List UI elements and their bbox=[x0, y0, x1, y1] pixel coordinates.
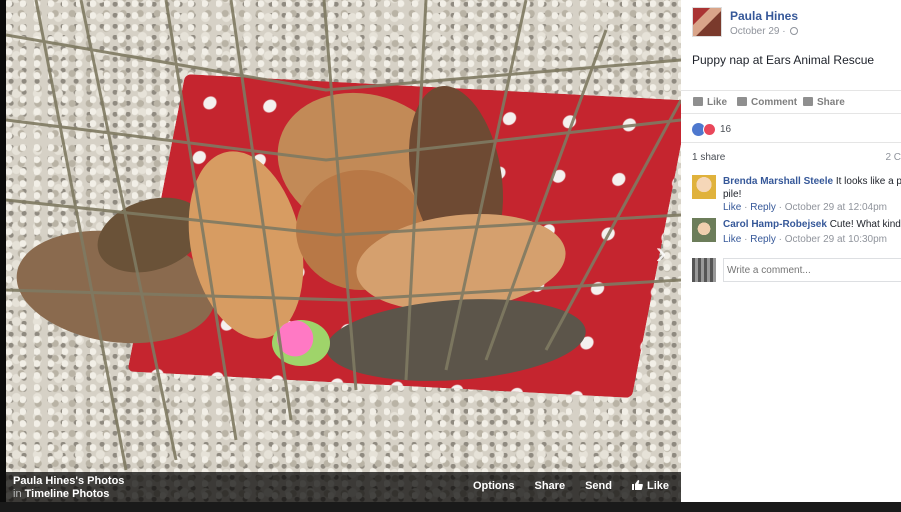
commenter-name[interactable]: Carol Hamp-Robejsek bbox=[723, 219, 827, 230]
reactions-summary[interactable]: 16 bbox=[692, 122, 731, 136]
album-in-label: in bbox=[13, 488, 22, 500]
options-button[interactable]: Options bbox=[473, 480, 515, 492]
comment-meta: Like · Reply · October 29 at 12:04pm bbox=[723, 202, 888, 213]
comment-like-link[interactable]: Like bbox=[723, 234, 741, 245]
album-link[interactable]: Timeline Photos bbox=[25, 488, 110, 500]
comment-text: Cute! What kind are t bbox=[829, 219, 901, 230]
reaction-count: 16 bbox=[720, 123, 732, 135]
commenter-avatar[interactable] bbox=[692, 175, 716, 199]
photo-info-bar: Paula Hines's Photos in Timeline Photos … bbox=[6, 472, 681, 502]
like-button[interactable]: Like bbox=[631, 480, 669, 492]
comment-like-link[interactable]: Like bbox=[723, 202, 741, 213]
comment-input[interactable] bbox=[723, 258, 901, 282]
comment-time[interactable]: October 29 at 10:30pm bbox=[785, 234, 887, 245]
post-like-button[interactable]: Like bbox=[693, 97, 727, 108]
album-subtitle: in Timeline Photos bbox=[13, 488, 109, 500]
shares-row: 1 share 2 C bbox=[681, 142, 901, 170]
wire-fence bbox=[6, 0, 681, 471]
write-comment-row bbox=[692, 258, 901, 282]
globe-icon bbox=[790, 27, 799, 35]
comment-text: It looks like a puppy bbox=[835, 176, 901, 187]
comment-reply-link[interactable]: Reply bbox=[750, 234, 776, 245]
post-date-text[interactable]: October 29 · bbox=[730, 26, 786, 37]
love-reaction-icon bbox=[703, 122, 716, 136]
share-count[interactable]: 1 share bbox=[692, 152, 725, 163]
photo-actions: Options Share Send Like bbox=[473, 480, 669, 492]
post-date: October 29 · bbox=[730, 26, 799, 37]
viewer-avatar bbox=[692, 258, 716, 282]
post-comment-label: Comment bbox=[751, 97, 798, 108]
comment-icon bbox=[737, 97, 747, 106]
post-caption: Puppy nap at Ears Animal Rescue bbox=[692, 53, 875, 67]
comment-time[interactable]: October 29 at 12:04pm bbox=[785, 202, 887, 213]
puppy-photo[interactable]: › bbox=[6, 0, 681, 502]
send-button[interactable]: Send bbox=[585, 480, 612, 492]
comment-reply-link[interactable]: Reply bbox=[750, 202, 776, 213]
comment-text-continued: pile! bbox=[723, 189, 742, 200]
commenter-avatar[interactable] bbox=[692, 218, 716, 242]
like-icon bbox=[693, 97, 703, 106]
filmstrip bbox=[0, 502, 901, 512]
post-comment-button[interactable]: Comment bbox=[737, 97, 797, 108]
share-button[interactable]: Share bbox=[535, 480, 566, 492]
comment-count[interactable]: 2 C bbox=[885, 152, 901, 163]
post-like-label: Like bbox=[707, 97, 728, 108]
like-icon bbox=[631, 480, 643, 490]
next-arrow-icon[interactable]: › bbox=[646, 232, 676, 272]
like-label: Like bbox=[646, 480, 669, 492]
author-avatar[interactable] bbox=[692, 7, 722, 37]
share-icon bbox=[803, 97, 813, 106]
photo-viewer: › Paula Hines's Photos in Timeline Photo… bbox=[0, 0, 901, 512]
post-panel: Paula Hines October 29 · Puppy nap at Ea… bbox=[681, 0, 901, 502]
comment-body: Brenda Marshall Steele It looks like a p… bbox=[723, 175, 901, 201]
comment-meta: Like · Reply · October 29 at 10:30pm bbox=[723, 234, 888, 245]
commenter-name[interactable]: Brenda Marshall Steele bbox=[723, 176, 833, 187]
album-owner-title[interactable]: Paula Hines's Photos bbox=[13, 475, 124, 487]
comment-body: Carol Hamp-Robejsek Cute! What kind are … bbox=[723, 218, 901, 231]
author-name[interactable]: Paula Hines bbox=[730, 9, 798, 23]
post-share-button[interactable]: Share bbox=[803, 97, 845, 108]
post-actions: Like Comment Share bbox=[681, 90, 901, 114]
post-share-label: Share bbox=[817, 97, 845, 108]
